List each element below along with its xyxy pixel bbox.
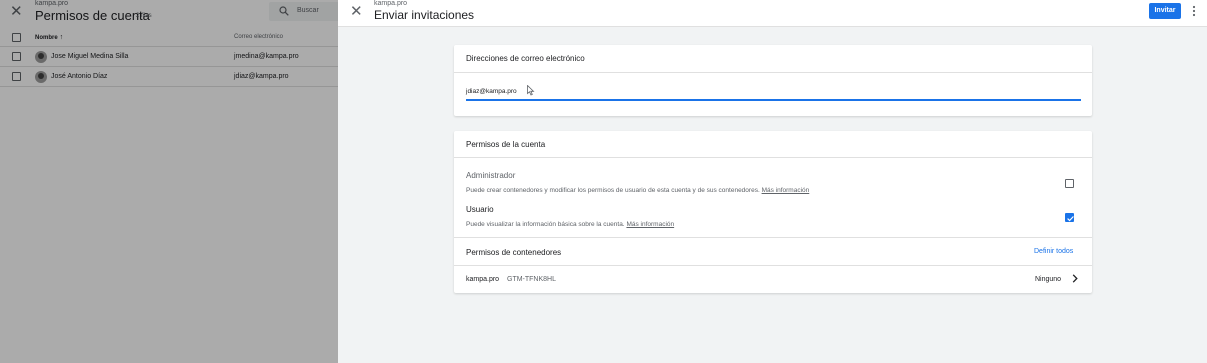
container-id: GTM-TFNK8HL (507, 276, 556, 283)
role-admin-title: Administrador (466, 171, 516, 180)
user-learn-more-link[interactable]: Más información (626, 221, 674, 228)
check-icon (1067, 216, 1074, 222)
admin-checkbox[interactable] (1065, 179, 1074, 188)
dialog-subtitle: kampa.pro (374, 0, 408, 7)
divider (454, 237, 1092, 238)
emails-card-title: Direcciones de correo electrónico (466, 54, 585, 63)
divider (454, 157, 1092, 158)
dialog-title: Enviar invitaciones (374, 8, 475, 22)
role-user-title: Usuario (466, 205, 494, 214)
invite-button[interactable]: Invitar (1149, 3, 1181, 19)
email-input[interactable]: jdiaz@kampa.pro (466, 88, 517, 95)
dialog-header: ✕ kampa.pro Enviar invitaciones Invitar (338, 0, 1207, 27)
emails-card: Direcciones de correo electrónico jdiaz@… (454, 45, 1092, 116)
containers-title: Permisos de contenedores (466, 248, 562, 257)
container-name: kampa.pro (466, 276, 500, 283)
role-admin-description: Puede crear contenedores y modificar los… (466, 187, 810, 194)
invite-dialog: ✕ kampa.pro Enviar invitaciones Invitar … (338, 0, 1207, 363)
chevron-right-icon[interactable] (1072, 274, 1078, 283)
more-vert-icon[interactable] (1191, 4, 1197, 18)
role-user-description: Puede visualizar la información básica s… (466, 221, 675, 228)
mouse-cursor-icon (527, 85, 535, 96)
container-permission: Ninguno (1035, 276, 1062, 283)
modal-scrim[interactable] (0, 0, 338, 363)
permissions-card: Permisos de la cuenta Administrador Pued… (454, 131, 1092, 293)
define-all-link[interactable]: Definir todos (1034, 248, 1073, 255)
close-icon[interactable]: ✕ (350, 4, 363, 19)
user-checkbox[interactable] (1065, 213, 1074, 222)
divider (454, 265, 1092, 266)
divider (454, 72, 1092, 73)
permissions-card-title: Permisos de la cuenta (466, 140, 546, 149)
email-input-underline (466, 99, 1081, 101)
admin-learn-more-link[interactable]: Más información (762, 187, 810, 194)
